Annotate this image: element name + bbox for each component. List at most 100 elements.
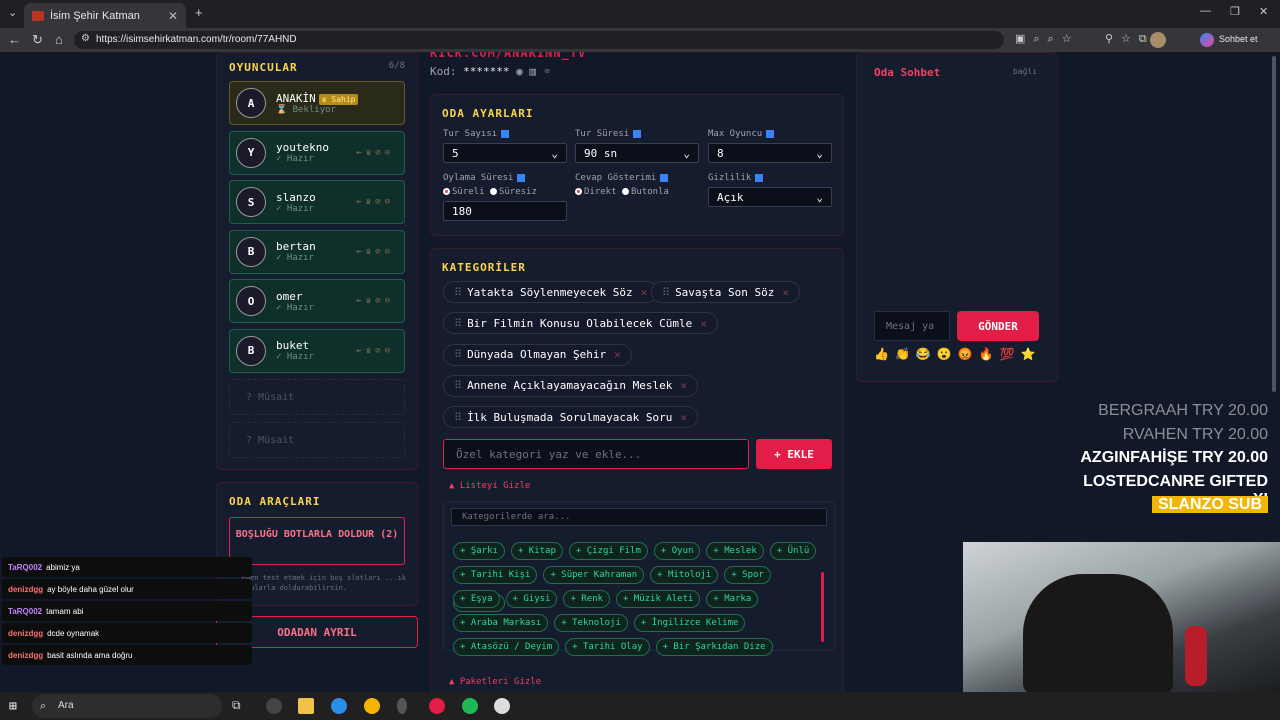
app-icon-2[interactable] [397, 698, 407, 714]
suggestion-tag[interactable]: + Tarihi Kişi [453, 566, 538, 584]
start-icon[interactable]: ⊞ [9, 699, 17, 714]
suggestion-tag[interactable]: + Eşya [453, 590, 500, 608]
suggestion-tag[interactable]: + Teknoloji [554, 614, 628, 632]
fill-bots-button[interactable]: BOŞLUĞU BOTLARLA DOLDUR (2) [229, 517, 405, 565]
emoji-button[interactable]: 👏 [895, 347, 916, 361]
radio-direkt[interactable]: Direkt [575, 187, 617, 197]
remove-category-icon[interactable]: ✕ [614, 348, 621, 361]
new-tab-icon[interactable]: + [195, 5, 203, 20]
max-players-select[interactable]: 8 ⌄ [708, 143, 832, 163]
suggestion-tag[interactable]: + Müzik Aleti [615, 590, 701, 608]
remove-category-icon[interactable]: ✕ [641, 286, 648, 299]
site-info-icon[interactable]: ⚙ [81, 33, 90, 44]
emoji-button[interactable]: 😂 [916, 347, 937, 361]
drag-handle-icon[interactable]: ⠿ [454, 411, 462, 424]
info-icon[interactable] [633, 129, 642, 138]
emoji-button[interactable]: 😡 [958, 347, 979, 361]
vote-time-input[interactable]: 180 [443, 201, 567, 221]
suggestion-tag[interactable]: + Giysi [505, 590, 558, 608]
custom-category-input[interactable]: Özel kategori yaz ve ekle... [443, 439, 749, 469]
category-chip[interactable]: ⠿ Annene Açıklayamayacağın Meslek ✕ [443, 374, 698, 397]
hide-packs-toggle[interactable]: ▲ Paketleri Gizle [449, 677, 541, 687]
stream-link[interactable]: KICK.COM/ANAKINN_TV [430, 52, 586, 60]
info-icon[interactable] [755, 173, 764, 182]
suggestion-tag[interactable]: + Meslek [706, 542, 764, 560]
page-scrollbar[interactable] [1272, 56, 1276, 392]
add-category-button[interactable]: + EKLE [756, 439, 832, 469]
chat-message-input[interactable]: Mesaj ya [874, 311, 950, 341]
suggestion-tag[interactable]: + İngilizce Kelime [633, 614, 746, 632]
back-icon[interactable]: ← [8, 32, 21, 47]
suggestion-tag[interactable]: + Mitoloji [650, 566, 719, 584]
edge-icon[interactable] [331, 698, 347, 714]
radio-suresiz[interactable]: Süresiz [489, 187, 537, 197]
suggestion-tag[interactable]: + Atasözü / Deyim [453, 638, 560, 656]
category-chip[interactable]: ⠿ Dünyada Olmayan Şehir ✕ [443, 343, 632, 366]
remove-category-icon[interactable]: ✕ [700, 317, 707, 330]
app-icon[interactable] [266, 698, 282, 714]
player-actions-icons[interactable]: ⇤♛⊘⊖ [356, 346, 394, 356]
send-button[interactable]: GÖNDER [957, 311, 1039, 341]
info-icon[interactable] [766, 129, 775, 138]
copy-icon[interactable]: ▥ [529, 65, 536, 78]
suggestion-tag[interactable]: + Kitap [510, 542, 563, 560]
privacy-select[interactable]: Açık ⌄ [708, 187, 832, 207]
suggestion-tag[interactable]: + Tarihi Olay [565, 638, 650, 656]
radio-butonla[interactable]: Butonla [621, 187, 669, 197]
round-time-select[interactable]: 90 sn ⌄ [575, 143, 699, 163]
emoji-button[interactable]: 👍 [874, 347, 895, 361]
extension-icons[interactable]: ⚲☆⧉ [1105, 32, 1155, 46]
browser-tool-icons[interactable]: ▣⌕⌕☆ [1015, 32, 1080, 46]
emoji-button[interactable]: 💯 [1000, 347, 1021, 361]
spotify-icon[interactable] [462, 698, 478, 714]
minimize-icon[interactable]: — [1200, 5, 1211, 17]
category-chip[interactable]: ⠿ Savaşta Son Söz ✕ [651, 281, 801, 303]
info-icon[interactable] [517, 173, 526, 182]
close-tab-icon[interactable]: ✕ [168, 9, 178, 23]
url-input[interactable]: https://isimsehirkatman.com/tr/room/77AH… [74, 31, 1004, 49]
copilot-icon[interactable] [1200, 33, 1214, 47]
suggestion-tag[interactable]: + Çizgi Film [568, 542, 648, 560]
home-icon[interactable]: ⌂ [55, 32, 63, 47]
info-icon[interactable] [501, 129, 510, 138]
drag-handle-icon[interactable]: ⠿ [454, 348, 462, 361]
drag-handle-icon[interactable]: ⠿ [454, 286, 462, 299]
info-icon[interactable] [660, 173, 669, 182]
remove-category-icon[interactable]: ✕ [680, 411, 687, 424]
file-explorer-icon[interactable] [298, 698, 314, 714]
drag-handle-icon[interactable]: ⠿ [454, 379, 462, 392]
suggestion-tag[interactable]: + Araba Markası [453, 614, 549, 632]
player-actions-icons[interactable]: ⇤♛⊘⊖ [356, 197, 394, 207]
remove-category-icon[interactable]: ✕ [782, 286, 789, 299]
category-chip[interactable]: ⠿ Yatakta Söylenmeyecek Söz ✕ [443, 281, 659, 303]
remove-category-icon[interactable]: ✕ [680, 379, 687, 392]
suggestion-tag[interactable]: + Spor [724, 566, 771, 584]
taskbar-search[interactable]: ⌕ Ara [32, 694, 222, 718]
task-view-icon[interactable]: ⧉ [232, 698, 241, 713]
suggestion-tag[interactable]: + Renk [563, 590, 610, 608]
drag-handle-icon[interactable]: ⠿ [454, 317, 462, 330]
category-chip[interactable]: ⠿ İlk Buluşmada Sorulmayacak Soru ✕ [443, 406, 698, 429]
suggestion-tag[interactable]: + Şarkı [453, 542, 505, 560]
suggestion-tag[interactable]: + Ünlü [769, 542, 817, 560]
hide-list-toggle[interactable]: ▲ Listeyi Gizle [449, 481, 530, 491]
emoji-button[interactable]: ⭐ [1021, 347, 1042, 361]
chrome-icon[interactable] [364, 698, 380, 714]
suggestion-tag[interactable]: + Süper Kahraman [543, 566, 645, 584]
suggestion-tag[interactable]: + Marka [706, 590, 759, 608]
category-chip[interactable]: ⠿ Bir Filmin Konusu Olabilecek Cümle ✕ [443, 312, 718, 335]
category-search-input[interactable]: Kategorilerde ara... [451, 508, 827, 526]
emoji-button[interactable]: 🔥 [979, 347, 1000, 361]
close-window-icon[interactable]: ✕ [1259, 5, 1268, 18]
player-actions-icons[interactable]: ⇤♛⊘⊖ [356, 148, 394, 158]
suggestion-tag[interactable]: + Oyun [653, 542, 701, 560]
radio-sureli[interactable]: Süreli [443, 187, 485, 197]
reload-icon[interactable]: ↻ [32, 32, 43, 48]
app-icon-3[interactable] [494, 698, 510, 714]
round-count-select[interactable]: 5 ⌄ [443, 143, 567, 163]
media-player-icon[interactable] [429, 698, 445, 714]
suggestion-tag[interactable]: + Bir Şarkıdan Dize [655, 638, 773, 656]
maximize-icon[interactable]: ❐ [1230, 5, 1240, 18]
drag-handle-icon[interactable]: ⠿ [662, 286, 670, 299]
tab-list-icon[interactable]: ⌄ [8, 6, 17, 19]
